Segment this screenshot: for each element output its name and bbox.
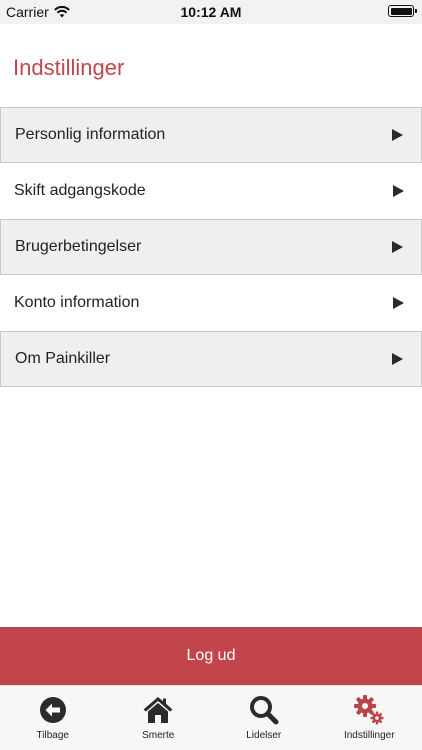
tab-label: Smerte [142, 730, 175, 741]
tab-pain[interactable]: Smerte [106, 686, 212, 750]
menu-item-label: Om Painkiller [15, 350, 111, 367]
menu-item-label: Skift adgangskode [14, 182, 146, 199]
tab-label: Indstillinger [343, 730, 395, 741]
menu-item-terms[interactable]: Brugerbetingelser [0, 219, 422, 275]
arrow-right-icon [392, 241, 403, 253]
battery-icon [388, 5, 417, 17]
search-icon [249, 696, 279, 725]
settings-menu: Personlig information Skift adgangskode … [0, 107, 422, 387]
status-right [388, 5, 417, 17]
arrow-right-icon [393, 185, 404, 197]
tab-label: Tilbage [36, 730, 69, 741]
tab-back[interactable]: Tilbage [0, 686, 106, 750]
logout-button[interactable]: Log ud [0, 627, 422, 685]
tab-bar: Tilbage Smerte Lidelser Indstillinger [0, 685, 422, 750]
status-bar: Carrier 10:12 AM [0, 0, 422, 24]
menu-item-label: Brugerbetingelser [15, 238, 142, 255]
page-title: Indstillinger [13, 55, 125, 80]
arrow-right-icon [393, 297, 404, 309]
arrow-right-icon [392, 129, 403, 141]
back-arrow-icon [39, 697, 66, 723]
menu-item-personal-information[interactable]: Personlig information [0, 107, 422, 163]
tab-label: Lidelser [246, 730, 282, 741]
menu-item-label: Konto information [14, 294, 140, 311]
home-icon [143, 697, 173, 723]
menu-item-account-information[interactable]: Konto information [0, 275, 422, 331]
tab-conditions[interactable]: Lidelser [211, 686, 317, 750]
gears-icon [354, 695, 384, 725]
tab-settings[interactable]: Indstillinger [317, 686, 422, 750]
arrow-right-icon [392, 353, 403, 365]
menu-item-label: Personlig information [15, 126, 166, 143]
menu-item-about[interactable]: Om Painkiller [0, 331, 422, 387]
status-time: 10:12 AM [180, 4, 242, 20]
menu-item-change-password[interactable]: Skift adgangskode [0, 163, 422, 219]
